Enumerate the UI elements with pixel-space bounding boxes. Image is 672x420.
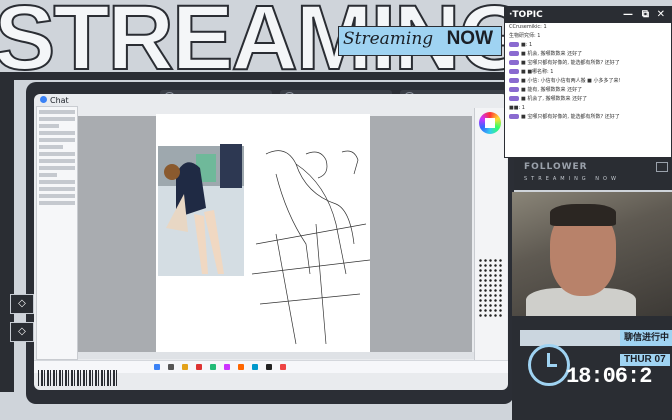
app-icon[interactable] — [238, 364, 244, 370]
chat-message: ■ 机会, 搬哪数数来 还好了 — [505, 50, 671, 59]
chat-message: ■ 机会了, 搬哪数数来 还好了 — [505, 95, 671, 104]
topic-title: ·TOPIC — [509, 10, 543, 20]
clock-icon — [528, 344, 570, 386]
chat-message: ■ ■哪名称: 1 — [505, 68, 671, 77]
canvas-background-right — [370, 116, 472, 354]
close-icon[interactable]: ✕ — [657, 7, 665, 23]
restore-icon[interactable]: ⧉ — [642, 7, 649, 23]
canvas-background-left — [78, 116, 156, 354]
color-wheel[interactable] — [479, 112, 501, 134]
chat-message: CCrusemikic: 1 — [509, 24, 547, 30]
badge-now-text: NOW — [446, 28, 493, 49]
chat-message: 生物研究师: 1 — [509, 33, 541, 39]
follower-title: FOLLOWER — [524, 162, 588, 172]
color-panel[interactable] — [474, 108, 507, 360]
brush-swatches[interactable] — [478, 258, 504, 318]
follower-subtitle: STREAMING NOW — [524, 176, 620, 182]
artwork-illustration — [158, 144, 371, 345]
app-icon[interactable] — [210, 364, 216, 370]
side-button-2[interactable]: ◇ — [10, 322, 34, 342]
app-icon[interactable] — [252, 364, 258, 370]
webcam-feed — [512, 192, 672, 316]
start-icon[interactable] — [154, 364, 160, 370]
status-button[interactable]: 聊信进行中 — [620, 330, 672, 346]
top-divider-bar — [0, 72, 520, 80]
captured-screen: Chat — [34, 94, 508, 390]
streaming-now-badge: Streaming NOW — [338, 26, 502, 56]
app-icon[interactable] — [266, 364, 272, 370]
camera-icon — [656, 162, 668, 172]
badge-script-text: Streaming — [343, 29, 434, 49]
app-icon[interactable] — [196, 364, 202, 370]
chat-message: ■ 宝哪只都有好像的, 能选都有所数? 还好了 — [505, 113, 671, 122]
chat-tab-label: Chat — [50, 96, 69, 105]
follower-panel: FOLLOWER STREAMING NOW — [514, 158, 672, 190]
search-icon[interactable] — [168, 364, 174, 370]
chat-message: ■■: 1 — [509, 105, 525, 111]
tool-options-panel[interactable] — [36, 106, 78, 360]
chat-tab[interactable]: Chat — [40, 96, 69, 105]
app-icon[interactable] — [224, 364, 230, 370]
drawing-canvas[interactable] — [156, 114, 371, 354]
barcode-decoration — [38, 370, 118, 386]
topic-header: ·TOPIC — ⧉ ✕ — [505, 7, 671, 23]
chat-message: ■ 小信: 小信有小信有两人搬 ■ 小多多了来! — [505, 77, 671, 86]
chat-message: ■: 1 — [505, 41, 671, 50]
topic-chat-panel: ·TOPIC — ⧉ ✕ CCrusemikic: 1 生物研究师: 1 ■: … — [504, 6, 672, 158]
side-button-1[interactable]: ◇ — [10, 294, 34, 314]
minimize-icon[interactable]: — — [623, 7, 633, 23]
chat-message: ■ 能有, 搬哪数数来 还好了 — [505, 86, 671, 95]
time-display: 18:06:2 — [566, 364, 652, 389]
canvas-status-bar — [78, 352, 474, 359]
chat-message: ■ 宝哪只都有好像的, 能选都有所数? 还好了 — [505, 59, 671, 68]
chat-icon — [40, 96, 47, 103]
left-side-bar — [0, 80, 14, 392]
folder-icon[interactable] — [182, 364, 188, 370]
app-icon[interactable] — [280, 364, 286, 370]
